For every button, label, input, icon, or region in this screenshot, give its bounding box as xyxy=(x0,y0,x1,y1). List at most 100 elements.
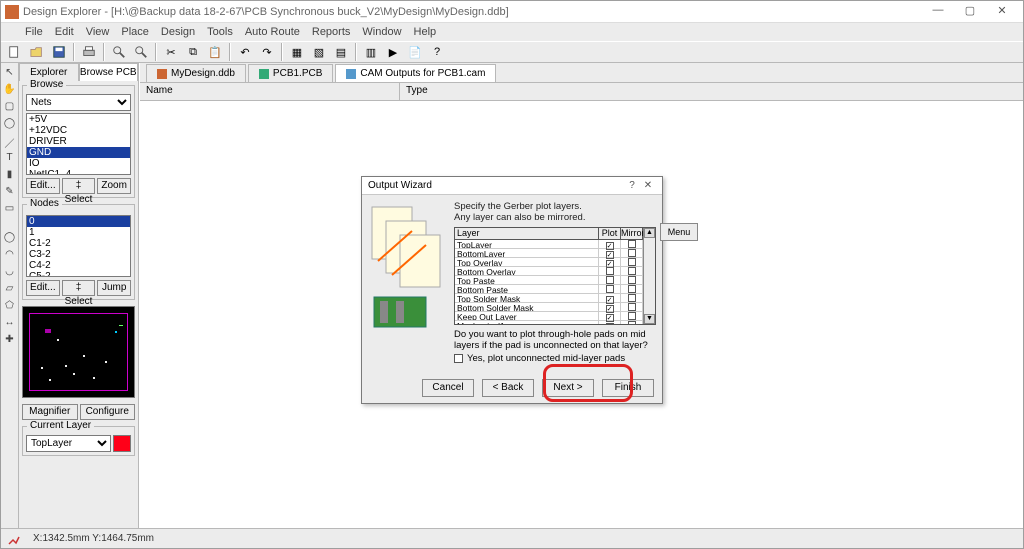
lt-pad-icon[interactable]: ▢ xyxy=(2,101,17,116)
lt-rect-icon[interactable]: ▭ xyxy=(2,203,17,218)
configure-button[interactable]: Configure xyxy=(80,404,136,420)
next-button[interactable]: Next > xyxy=(542,379,594,397)
col-type[interactable]: Type xyxy=(400,83,1023,100)
close-button[interactable]: ✕ xyxy=(989,4,1015,20)
tool-cut-icon[interactable]: ✂ xyxy=(161,43,181,61)
layer-row[interactable]: Top Overlay✓ xyxy=(455,258,643,267)
nodes-select-button[interactable]: ‡ Select xyxy=(62,280,96,296)
browse-edit-button[interactable]: Edit... xyxy=(26,178,60,194)
cancel-button[interactable]: Cancel xyxy=(422,379,474,397)
lt-region-icon[interactable]: ▱ xyxy=(2,283,17,298)
net-item[interactable]: GND xyxy=(27,147,130,158)
plot-unconnected-checkbox[interactable] xyxy=(454,354,463,363)
tool-open-icon[interactable] xyxy=(27,43,47,61)
layer-row[interactable]: Top Solder Mask✓ xyxy=(455,294,643,303)
doc-tab-cam[interactable]: CAM Outputs for PCB1.cam xyxy=(335,64,496,82)
minimize-button[interactable]: — xyxy=(925,4,951,20)
layer-row[interactable]: Keep Out Layer✓ xyxy=(455,312,643,321)
scroll-down-icon[interactable]: ▼ xyxy=(644,314,655,324)
dialog-help-button[interactable]: ? xyxy=(624,180,640,191)
tool-copy-icon[interactable]: ⧉ xyxy=(183,43,203,61)
dialog-close-button[interactable]: ✕ xyxy=(640,180,656,191)
menu-place[interactable]: Place xyxy=(121,26,149,38)
lt-fill-icon[interactable]: ▮ xyxy=(2,169,17,184)
lt-place-icon[interactable]: ✎ xyxy=(2,186,17,201)
layer-row[interactable]: Bottom Overlay xyxy=(455,267,643,276)
node-item[interactable]: C5-2 xyxy=(27,271,130,277)
lt-arc-icon[interactable]: ◠ xyxy=(2,249,17,264)
doc-tab-mydesign[interactable]: MyDesign.ddb xyxy=(146,64,246,82)
col-plot[interactable]: Plot xyxy=(599,228,621,239)
maximize-button[interactable]: ▢ xyxy=(957,4,983,20)
tool-zoomout-icon[interactable] xyxy=(131,43,151,61)
node-item[interactable]: C1-2 xyxy=(27,238,130,249)
layer-scrollbar[interactable]: ▲ ▼ xyxy=(643,228,655,324)
col-mirror[interactable]: Mirror xyxy=(621,228,643,239)
tool-misc1-icon[interactable]: ▦ xyxy=(287,43,307,61)
menu-file[interactable]: File xyxy=(25,26,43,38)
lt-line-icon[interactable]: ／ xyxy=(2,135,17,150)
net-item[interactable]: +5V xyxy=(27,114,130,125)
menu-design[interactable]: Design xyxy=(161,26,195,38)
node-item[interactable]: C4-2 xyxy=(27,260,130,271)
current-layer-combo[interactable]: TopLayer xyxy=(26,435,111,452)
menu-window[interactable]: Window xyxy=(362,26,401,38)
menu-help[interactable]: Help xyxy=(414,26,437,38)
browse-select-button[interactable]: ‡ Select xyxy=(62,178,96,194)
tool-paste-icon[interactable]: 📋 xyxy=(205,43,225,61)
tool-run-icon[interactable]: ▶ xyxy=(383,43,403,61)
lt-cursor-icon[interactable]: ↖ xyxy=(2,67,17,82)
menu-reports[interactable]: Reports xyxy=(312,26,351,38)
tab-browse-pcb[interactable]: Browse PCB xyxy=(79,63,139,81)
tool-undo-icon[interactable]: ↶ xyxy=(235,43,255,61)
layer-table[interactable]: Layer Plot Mirror TopLayer✓BottomLayer✓T… xyxy=(454,227,656,325)
tool-redo-icon[interactable]: ↷ xyxy=(257,43,277,61)
nodes-edit-button[interactable]: Edit... xyxy=(26,280,60,296)
tool-misc2-icon[interactable]: ▧ xyxy=(309,43,329,61)
col-name[interactable]: Name xyxy=(140,83,400,100)
browse-combo[interactable]: Nets xyxy=(26,94,131,111)
lt-dim-icon[interactable]: ↔ xyxy=(2,317,17,332)
layers-menu-button[interactable]: Menu xyxy=(660,223,698,241)
layer-row[interactable]: Top Paste xyxy=(455,276,643,285)
tool-help-icon[interactable]: ? xyxy=(427,43,447,61)
tool-misc3-icon[interactable]: ▤ xyxy=(331,43,351,61)
tool-zoomin-icon[interactable] xyxy=(109,43,129,61)
layer-row[interactable]: Bottom Solder Mask✓ xyxy=(455,303,643,312)
scroll-up-icon[interactable]: ▲ xyxy=(644,228,655,238)
nodes-jump-button[interactable]: Jump xyxy=(97,280,131,296)
lt-text-icon[interactable]: T xyxy=(2,152,17,167)
menu-view[interactable]: View xyxy=(86,26,110,38)
magnifier-button[interactable]: Magnifier xyxy=(22,404,78,420)
finish-button[interactable]: Finish xyxy=(602,379,654,397)
menu-tools[interactable]: Tools xyxy=(207,26,233,38)
net-item[interactable]: +12VDC xyxy=(27,125,130,136)
tool-layer-icon[interactable]: ▥ xyxy=(361,43,381,61)
doc-tab-pcb1[interactable]: PCB1.PCB xyxy=(248,64,333,82)
net-item[interactable]: IO xyxy=(27,158,130,169)
layer-row[interactable]: TopLayer✓ xyxy=(455,240,643,249)
lt-hand-icon[interactable]: ✋ xyxy=(2,84,17,99)
lt-circle-icon[interactable]: ◯ xyxy=(2,232,17,247)
nets-listbox[interactable]: +5V+12VDCDRIVERGNDIONetIC1_4NetIC1_6NetI… xyxy=(26,113,131,175)
menu-edit[interactable]: Edit xyxy=(55,26,74,38)
node-item[interactable]: 0 xyxy=(27,216,130,227)
col-layer[interactable]: Layer xyxy=(455,228,599,239)
nodes-listbox[interactable]: 01C1-2C3-2C4-2C5-2C6-2 xyxy=(26,215,131,277)
lt-poly-icon[interactable]: ⬠ xyxy=(2,300,17,315)
layer-row[interactable]: Mechanical1✓ xyxy=(455,321,643,324)
tool-new-icon[interactable] xyxy=(5,43,25,61)
layer-row[interactable]: Bottom Paste xyxy=(455,285,643,294)
tool-doc-icon[interactable]: 📄 xyxy=(405,43,425,61)
net-item[interactable]: DRIVER xyxy=(27,136,130,147)
node-item[interactable]: 1 xyxy=(27,227,130,238)
browse-zoom-button[interactable]: Zoom xyxy=(97,178,131,194)
back-button[interactable]: < Back xyxy=(482,379,534,397)
tool-print-icon[interactable] xyxy=(79,43,99,61)
lt-via-icon[interactable]: ◯ xyxy=(2,118,17,133)
lt-coord-icon[interactable]: ✚ xyxy=(2,334,17,349)
node-item[interactable]: C3-2 xyxy=(27,249,130,260)
lt-arc2-icon[interactable]: ◡ xyxy=(2,266,17,281)
layer-row[interactable]: BottomLayer✓ xyxy=(455,249,643,258)
tool-save-icon[interactable] xyxy=(49,43,69,61)
